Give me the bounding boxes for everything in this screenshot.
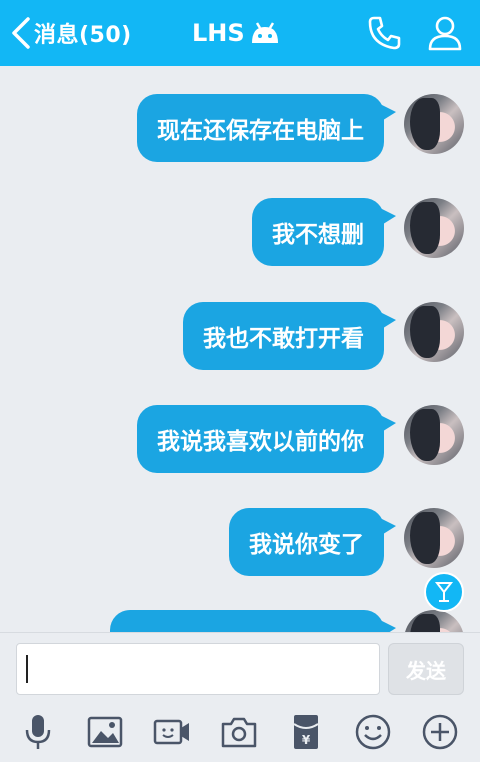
message-row: 我说我喜欢以前的你 — [0, 405, 480, 475]
video-icon — [153, 719, 189, 745]
video-call-button[interactable] — [152, 712, 192, 752]
drink-button[interactable] — [424, 572, 464, 612]
message-row: 我不想删 — [0, 198, 480, 268]
avatar[interactable] — [404, 302, 464, 362]
avatar[interactable] — [404, 198, 464, 258]
camera-icon — [221, 717, 257, 748]
more-button[interactable] — [420, 712, 460, 752]
top-bar: 消息(50) LHS — [0, 0, 480, 66]
avatar[interactable] — [404, 610, 464, 632]
toolbar: ¥ — [0, 702, 480, 762]
image-icon — [87, 716, 123, 748]
avatar[interactable] — [404, 94, 464, 154]
send-button[interactable]: 发送 — [388, 643, 464, 695]
message-bubble[interactable]: 我说你变了 — [229, 508, 396, 576]
back-label: 消息(50) — [34, 23, 132, 48]
message-bubble[interactable]: 我也不敢打开看 — [183, 302, 396, 370]
chevron-left-icon — [12, 17, 30, 49]
message-row — [0, 610, 480, 632]
message-bubble[interactable]: 我不想删 — [252, 198, 396, 266]
message-input[interactable] — [16, 643, 380, 695]
message-bubble[interactable]: 现在还保存在电脑上 — [137, 94, 396, 162]
svg-text:¥: ¥ — [302, 733, 311, 747]
red-packet-icon: ¥ — [293, 715, 319, 749]
plus-icon — [422, 714, 458, 750]
text-caret — [26, 655, 28, 683]
camera-button[interactable] — [219, 712, 259, 752]
avatar[interactable] — [404, 508, 464, 568]
android-icon — [251, 22, 278, 43]
person-icon[interactable] — [426, 14, 464, 52]
input-bar: 发送 — [0, 632, 480, 702]
chat-title[interactable]: LHS — [192, 14, 281, 52]
phone-icon[interactable] — [366, 14, 404, 52]
cocktail-icon — [434, 582, 454, 602]
emoji-icon — [355, 714, 391, 750]
avatar[interactable] — [404, 405, 464, 465]
message-bubble[interactable]: 我说我喜欢以前的你 — [137, 405, 396, 473]
message-row: 我也不敢打开看 — [0, 302, 480, 372]
microphone-icon — [25, 715, 51, 749]
message-list[interactable]: 现在还保存在电脑上 我不想删 我也不敢打开看 我说我喜欢以前的你 我说你变了 — [0, 66, 480, 632]
emoji-button[interactable] — [353, 712, 393, 752]
voice-button[interactable] — [18, 712, 58, 752]
message-row: 我说你变了 — [0, 508, 480, 578]
photo-button[interactable] — [85, 712, 125, 752]
contact-name: LHS — [192, 19, 245, 47]
red-packet-button[interactable]: ¥ — [286, 712, 326, 752]
back-button[interactable]: 消息(50) — [10, 14, 132, 52]
message-row: 现在还保存在电脑上 — [0, 94, 480, 164]
message-bubble[interactable] — [110, 610, 396, 632]
